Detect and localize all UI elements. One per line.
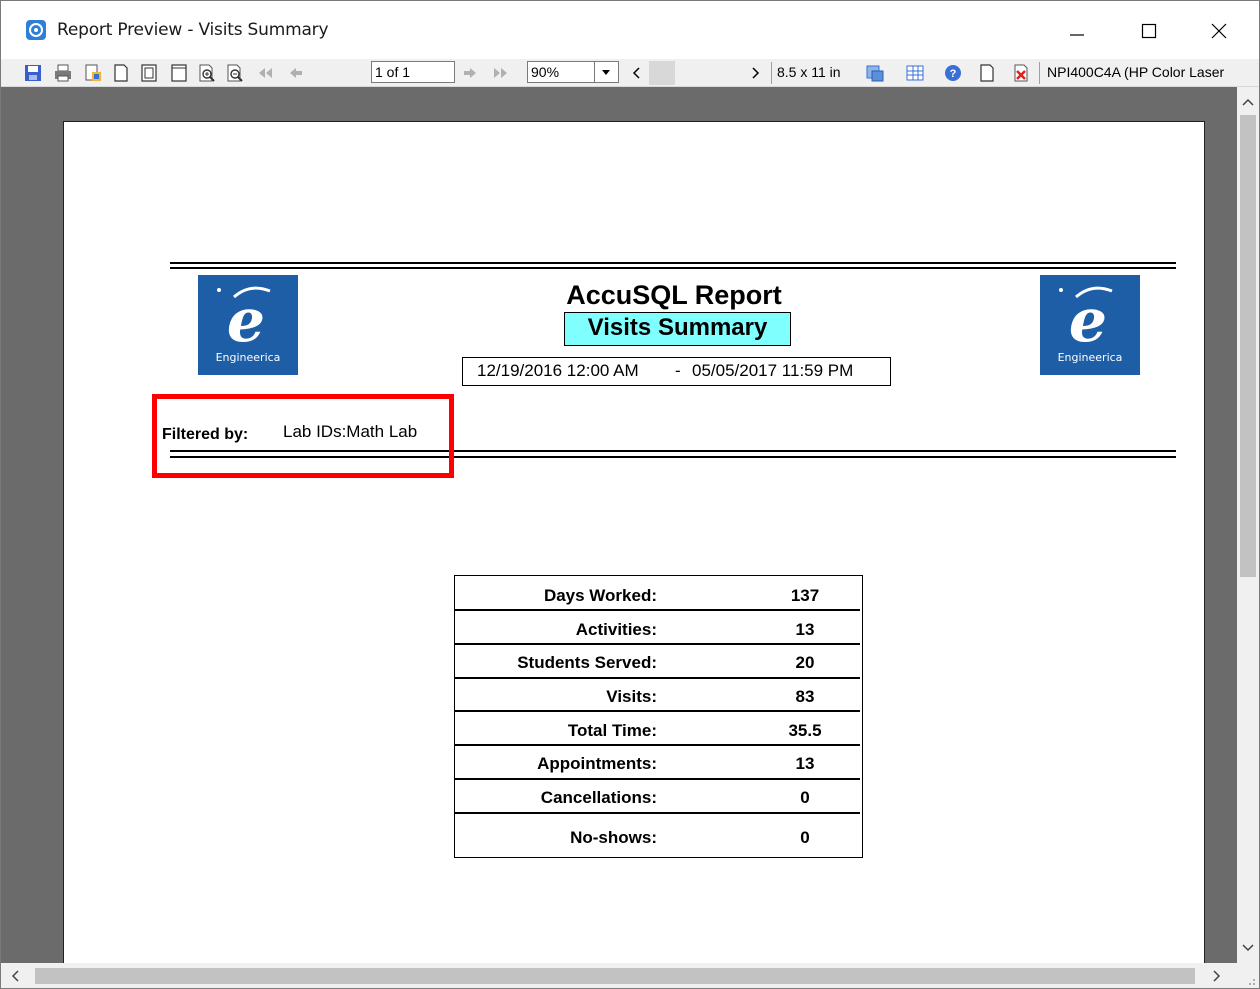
maximize-icon [1141, 23, 1157, 39]
row-label: Days Worked: [543, 586, 657, 605]
filter-highlight-box [152, 394, 454, 478]
next-page-icon[interactable] [461, 63, 481, 83]
toolbar-separator [771, 62, 772, 84]
date-range: 12/19/2016 12:00 AM - 05/05/2017 11:59 P… [462, 357, 891, 386]
vertical-scrollbar[interactable] [1237, 87, 1259, 963]
scroll-right-icon[interactable] [745, 63, 765, 83]
row-divider [455, 710, 860, 712]
table-row: Appointments: 13 [455, 754, 860, 788]
page-size-label[interactable]: 8.5 x 11 in [777, 64, 841, 80]
scroll-up-icon[interactable] [1237, 91, 1259, 113]
row-value: 20 [795, 653, 815, 672]
row-label: Students Served: [517, 653, 657, 672]
window-title: Report Preview - Visits Summary [57, 20, 329, 40]
report-preview-window: Report Preview - Visits Summary 1 of 1 9… [0, 0, 1260, 989]
two-pages-icon[interactable] [139, 63, 159, 83]
row-value: 13 [795, 620, 815, 639]
date-end: 05/05/2017 11:59 PM [692, 361, 854, 380]
date-separator: - [675, 361, 681, 380]
previous-page-icon[interactable] [285, 63, 305, 83]
save-icon[interactable] [23, 63, 43, 83]
row-label: Appointments: [537, 754, 657, 773]
zoom-dropdown[interactable] [595, 61, 619, 83]
chevron-down-icon [602, 70, 610, 75]
vertical-scroll-thumb[interactable] [1240, 115, 1256, 577]
horizontal-scroll-thumb[interactable] [35, 968, 1195, 984]
close-button[interactable] [1199, 13, 1239, 49]
row-value: 13 [795, 754, 815, 773]
row-label: Cancellations: [540, 788, 657, 807]
logo-caption: Engineerica [1057, 351, 1123, 364]
row-divider [455, 744, 860, 746]
row-label: Visits: [606, 687, 657, 706]
row-label: Total Time: [567, 721, 657, 740]
row-value: 0 [800, 788, 810, 807]
header-rule-top-inner [170, 267, 1176, 269]
resize-grip-icon [1249, 979, 1255, 985]
preview-toolbar: 1 of 1 90% 8.5 x 11 in ? NPI400C4A (HP C… [1, 59, 1259, 87]
row-value: 83 [795, 687, 815, 706]
help-icon[interactable]: ? [943, 63, 963, 83]
scroll-left-icon[interactable] [5, 965, 27, 987]
resize-grip[interactable] [1237, 963, 1259, 988]
print-icon[interactable] [53, 63, 73, 83]
report-title: AccuSQL Report [566, 280, 782, 310]
row-label: No-shows: [570, 828, 657, 847]
table-row: Cancellations: 0 [455, 788, 860, 822]
table-icon[interactable] [905, 63, 925, 83]
row-divider [455, 677, 860, 679]
row-divider [455, 812, 860, 814]
single-page-icon[interactable] [111, 63, 131, 83]
zoom-in-icon[interactable] [197, 63, 217, 83]
close-icon [1211, 23, 1227, 39]
row-divider [455, 609, 860, 611]
toolbar-scroll-thumb[interactable] [649, 61, 675, 85]
table-row: Days Worked: 137 [455, 586, 860, 620]
row-value: 0 [800, 828, 810, 847]
header-rule-top [170, 262, 1176, 264]
row-divider [455, 643, 860, 645]
app-icon [26, 20, 46, 40]
document-viewport: e Engineerica e Engineerica AccuSQL Repo… [1, 87, 1237, 963]
page-setup-icon[interactable] [83, 63, 103, 83]
summary-table: Days Worked: 137 Activities: 13 Students… [454, 575, 863, 858]
page-number-field[interactable]: 1 of 1 [371, 61, 455, 83]
scroll-right-icon[interactable] [1205, 965, 1227, 987]
scroll-down-icon[interactable] [1237, 937, 1259, 959]
row-value: 137 [790, 586, 820, 605]
date-start: 12/19/2016 12:00 AM [477, 361, 639, 380]
toolbar-separator [1039, 62, 1040, 84]
zoom-field[interactable]: 90% [527, 61, 595, 83]
report-subtitle: Visits Summary [564, 312, 791, 346]
table-row: Total Time: 35.5 [455, 721, 860, 755]
table-row: No-shows: 0 [455, 828, 860, 862]
first-page-icon[interactable] [255, 63, 275, 83]
logo-caption: Engineerica [215, 351, 281, 364]
printer-name[interactable]: NPI400C4A (HP Color Laser [1047, 64, 1224, 80]
svg-text:?: ? [950, 68, 957, 80]
row-value: 35.5 [788, 721, 822, 740]
multi-page-icon[interactable] [169, 63, 189, 83]
table-row: Visits: 83 [455, 687, 860, 721]
horizontal-scrollbar[interactable] [1, 963, 1237, 988]
export-icon[interactable] [865, 63, 885, 83]
last-page-icon[interactable] [491, 63, 511, 83]
maximize-button[interactable] [1129, 13, 1169, 49]
scroll-left-icon[interactable] [627, 63, 647, 83]
row-divider [455, 778, 860, 780]
row-label: Activities: [575, 620, 657, 639]
blank-page-icon[interactable] [977, 63, 997, 83]
table-row: Activities: 13 [455, 620, 860, 654]
zoom-out-icon[interactable] [225, 63, 245, 83]
close-preview-icon[interactable] [1011, 63, 1031, 83]
minimize-button[interactable] [1057, 13, 1097, 49]
minimize-icon [1070, 34, 1084, 36]
table-row: Students Served: 20 [455, 653, 860, 687]
title-bar: Report Preview - Visits Summary [1, 1, 1259, 59]
report-page: e Engineerica e Engineerica AccuSQL Repo… [63, 121, 1205, 963]
